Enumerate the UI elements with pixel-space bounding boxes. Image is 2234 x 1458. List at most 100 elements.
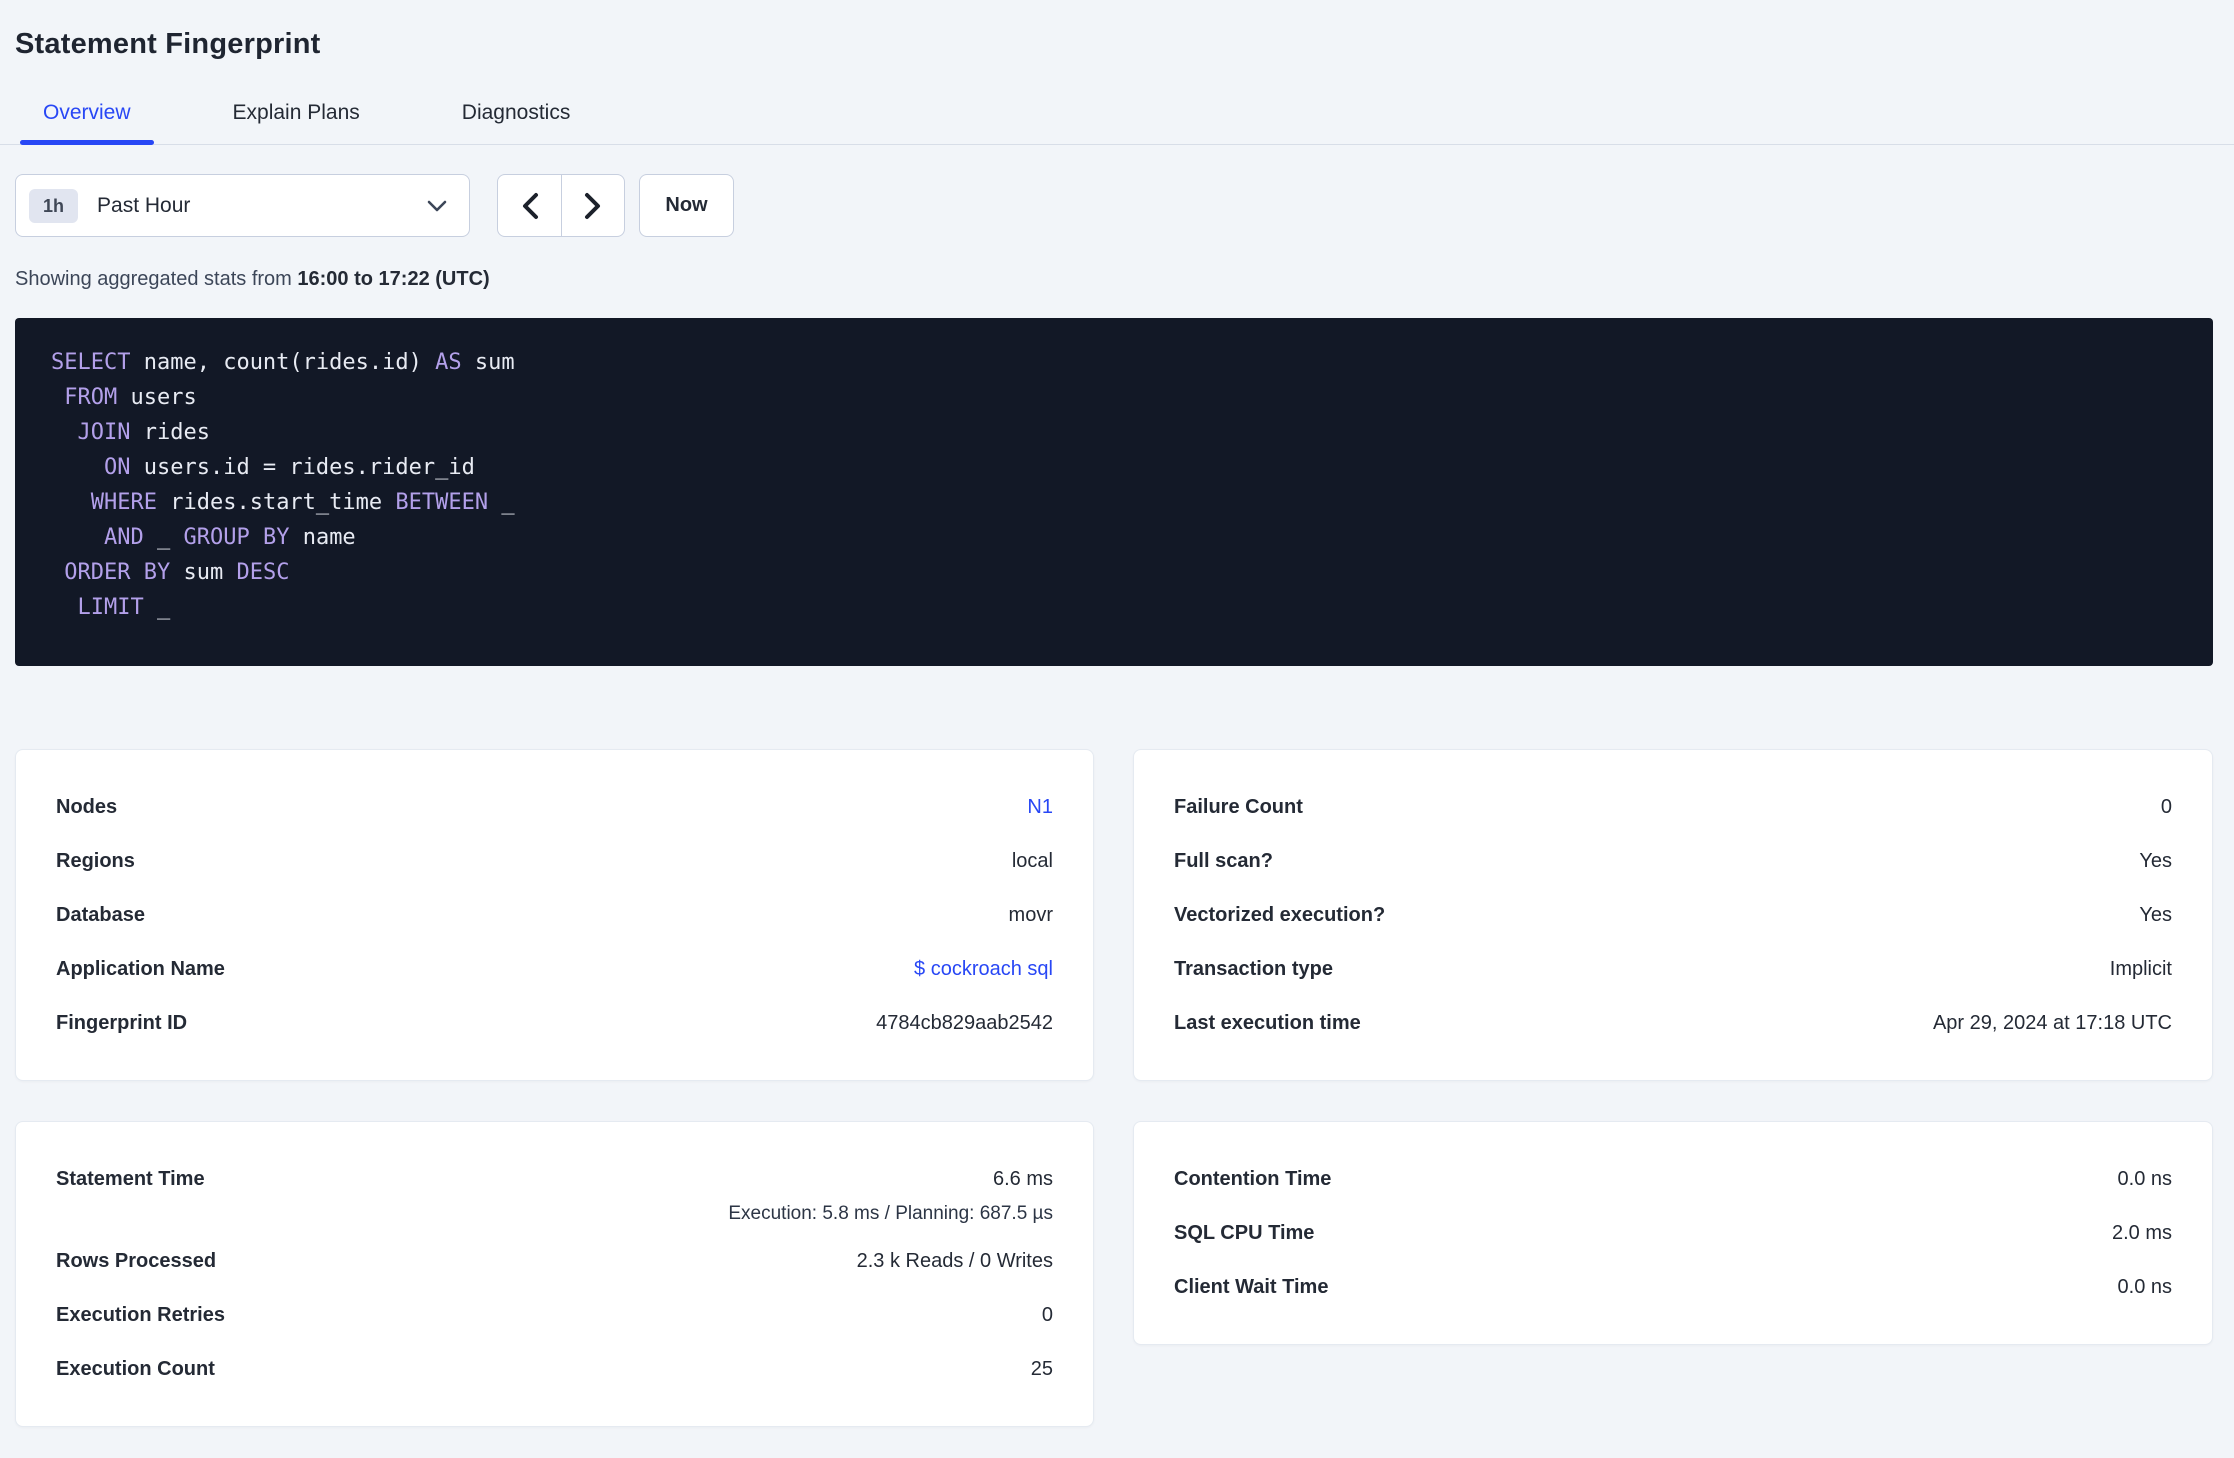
- stat-label: Statement Time: [56, 1168, 205, 1190]
- stat-label: Full scan?: [1174, 850, 1273, 872]
- stat-value-wrap: Apr 29, 2024 at 17:18 UTC: [1933, 996, 2172, 1050]
- stat-value-wrap: 2.0 ms: [2112, 1206, 2172, 1260]
- sql-code-line: JOIN rides: [77, 420, 210, 445]
- sql-code-line: SELECT name, count(rides.id) AS sum: [51, 350, 515, 375]
- stat-row: Database movr: [56, 888, 1053, 942]
- stat-value: 6.6 ms: [992, 1168, 1053, 1190]
- aggregated-stats-line: Showing aggregated stats from 16:00 to 1…: [15, 268, 2213, 291]
- stat-value: 0.0 ns: [2117, 1276, 2172, 1298]
- stat-row: Full scan? Yes: [1174, 834, 2172, 888]
- stat-value-wrap: 6.6 ms Execution: 5.8 ms / Planning: 687.…: [728, 1152, 1053, 1234]
- next-interval-button[interactable]: [561, 175, 624, 236]
- stat-value-wrap: local: [1012, 834, 1053, 888]
- stat-value-wrap: movr: [1009, 888, 1053, 942]
- stat-label: Rows Processed: [56, 1250, 217, 1272]
- stat-row: Vectorized execution? Yes: [1174, 888, 2172, 942]
- sql-code-line: AND _ GROUP BY name: [103, 525, 356, 550]
- stat-row: Execution Retries 0: [56, 1288, 1053, 1342]
- time-range-dropdown[interactable]: 1h Past Hour: [15, 174, 470, 237]
- stat-row: Rows Processed 2.3 k Reads / 0 Writes: [56, 1234, 1053, 1288]
- stat-label: Execution Retries: [56, 1304, 225, 1326]
- stat-label: Vectorized execution?: [1174, 904, 1386, 926]
- stat-value-wrap: 2.3 k Reads / 0 Writes: [857, 1234, 1053, 1288]
- stat-value: Yes: [2139, 850, 2172, 872]
- statement-details-card: Nodes N1 Regions local Database movr Applicati…: [15, 749, 1094, 1081]
- stat-label: Application Name: [56, 958, 225, 980]
- execution-attributes-card: Failure Count 0 Full scan? Yes Vectorized ex…: [1133, 749, 2213, 1081]
- stat-value-wrap: Yes: [2139, 834, 2172, 888]
- stat-row: Fingerprint ID 4784cb829aab2542: [56, 996, 1053, 1050]
- stat-value-wrap: N1: [1027, 780, 1053, 834]
- time-range-label: Past Hour: [97, 193, 191, 217]
- stat-label: Transaction type: [1174, 958, 1333, 980]
- now-button[interactable]: Now: [639, 174, 734, 237]
- stat-value-wrap: Implicit: [2110, 942, 2172, 996]
- time-interval-badge: 1h: [29, 188, 79, 223]
- stat-label: SQL CPU Time: [1174, 1222, 1315, 1244]
- sql-code-line: WHERE rides.start_time BETWEEN _: [90, 490, 515, 515]
- stat-value: local: [1011, 850, 1053, 872]
- stat-row: Regions local: [56, 834, 1053, 888]
- stat-row: Transaction type Implicit: [1174, 942, 2172, 996]
- timing-cards-row: Statement Time 6.6 ms Execution: 5.8 ms / …: [15, 1121, 2213, 1427]
- sql-code-line: LIMIT _: [77, 595, 171, 620]
- stat-value: 2.0 ms: [2111, 1222, 2172, 1244]
- tab-explain-plans[interactable]: Explain Plans: [210, 101, 383, 144]
- stat-row: Last execution time Apr 29, 2024 at 17:18…: [1174, 996, 2172, 1050]
- details-cards-row: Nodes N1 Regions local Database movr Applicati…: [15, 749, 2213, 1081]
- stat-row: Execution Count 25: [56, 1342, 1053, 1396]
- stat-value-link[interactable]: N1: [1027, 796, 1053, 818]
- stat-row: Failure Count 0: [1174, 780, 2172, 834]
- stat-value: movr: [1008, 904, 1053, 926]
- stat-subvalue: Execution: 5.8 ms / Planning: 687.5 µs: [728, 1203, 1053, 1224]
- stat-value: 4784cb829aab2542: [876, 1012, 1053, 1034]
- stat-value: 0.0 ns: [2117, 1168, 2172, 1190]
- stat-value-wrap: 0: [1042, 1288, 1053, 1342]
- stat-value: Implicit: [2109, 958, 2172, 980]
- tab-overview[interactable]: Overview: [20, 101, 154, 145]
- sql-code-line: ORDER BY sum DESC: [64, 560, 290, 585]
- stat-label: Client Wait Time: [1174, 1276, 1329, 1298]
- page-title: Statement Fingerprint: [15, 28, 321, 60]
- stat-label: Failure Count: [1174, 796, 1303, 818]
- stat-value-wrap: Yes: [2139, 888, 2172, 942]
- stat-value-wrap: 0: [2161, 780, 2172, 834]
- statement-timing-card: Statement Time 6.6 ms Execution: 5.8 ms / …: [15, 1121, 1094, 1427]
- stat-row: Contention Time 0.0 ns: [1174, 1152, 2172, 1206]
- stat-value-wrap: 25: [1031, 1342, 1053, 1396]
- tab-bar: Overview Explain Plans Diagnostics: [0, 101, 2234, 145]
- stat-label: Regions: [56, 850, 135, 872]
- stat-label: Nodes: [56, 796, 118, 818]
- sql-code-line: FROM users: [64, 385, 197, 410]
- tab-diagnostics[interactable]: Diagnostics: [439, 101, 594, 144]
- chevron-down-icon: [427, 200, 447, 212]
- stat-value: 25: [1030, 1358, 1053, 1380]
- time-step-button-group: [497, 174, 625, 237]
- stat-label: Database: [56, 904, 145, 926]
- stat-row: Client Wait Time 0.0 ns: [1174, 1260, 2172, 1314]
- stat-value-wrap: 4784cb829aab2542: [876, 996, 1053, 1050]
- sql-code-line: ON users.id = rides.rider_id: [103, 455, 475, 480]
- stat-value: Apr 29, 2024 at 17:18 UTC: [1932, 1012, 2172, 1034]
- stat-label: Execution Count: [56, 1358, 215, 1380]
- stat-value: 2.3 k Reads / 0 Writes: [856, 1250, 1053, 1272]
- stat-label: Contention Time: [1174, 1168, 1332, 1190]
- stat-value: 0: [1041, 1304, 1053, 1326]
- stat-row: Statement Time 6.6 ms Execution: 5.8 ms / …: [56, 1152, 1053, 1234]
- stat-row: Nodes N1: [56, 780, 1053, 834]
- stat-value-wrap: 0.0 ns: [2118, 1260, 2172, 1314]
- stat-row: Application Name $ cockroach sql: [56, 942, 1053, 996]
- stat-value-link[interactable]: $ cockroach sql: [914, 958, 1053, 980]
- statement-fingerprint-page: Statement Fingerprint Overview Explain P…: [0, 0, 2234, 1427]
- aggregated-stats-prefix: Showing aggregated stats from: [15, 268, 298, 290]
- previous-interval-button[interactable]: [498, 175, 561, 236]
- sql-statement-box: SELECT name, count(rides.id) AS sum FROM…: [15, 318, 2213, 666]
- stat-value-wrap: $ cockroach sql: [914, 942, 1053, 996]
- stat-value: 0: [2160, 796, 2172, 818]
- chevron-right-icon: [584, 192, 602, 220]
- stat-row: SQL CPU Time 2.0 ms: [1174, 1206, 2172, 1260]
- aggregated-stats-range: 16:00 to 17:22 (UTC): [297, 268, 490, 290]
- stat-value-wrap: 0.0 ns: [2118, 1152, 2172, 1206]
- stat-label: Fingerprint ID: [56, 1012, 188, 1034]
- time-controls: 1h Past Hour Now: [15, 174, 2213, 237]
